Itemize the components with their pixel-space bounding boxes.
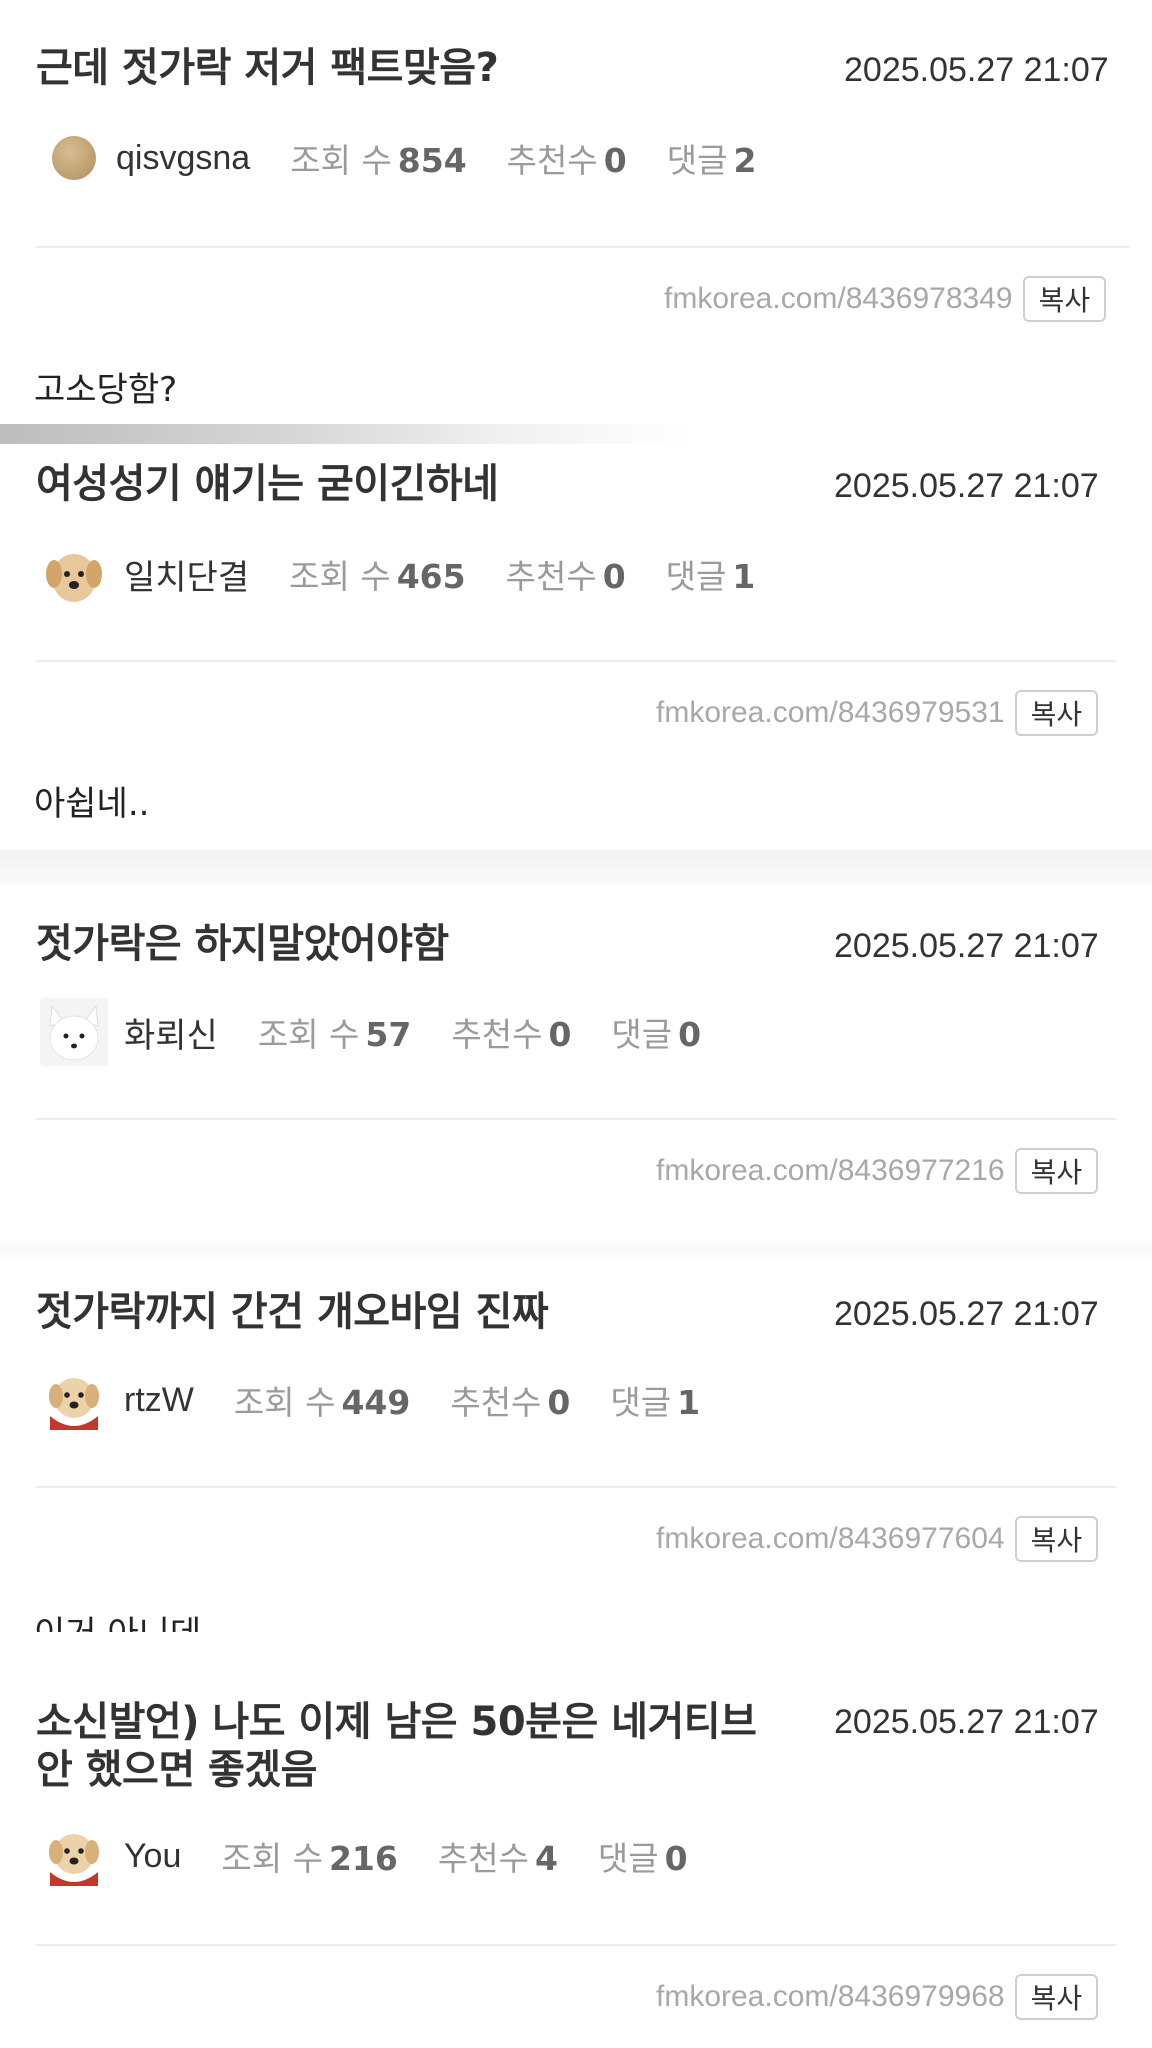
post-title[interactable]: 여성성기 얘기는 굳이긴하네 [36, 460, 499, 508]
comment-count: 댓글 1 [665, 557, 756, 596]
post-title[interactable]: 젓가락은 하지말았어야함 [36, 920, 449, 968]
post-meta: 일치단결 조회 수 465 추천수 0 댓글 1 [40, 542, 755, 606]
post-title-line: 소신발언) 나도 이제 남은 50분은 네거티브 [36, 1699, 757, 1745]
post-body: 아쉽네.. [34, 784, 150, 824]
divider [36, 246, 1130, 248]
puppy-red-cape-icon[interactable] [40, 1822, 108, 1890]
permalink-row: fmkorea.com/8436978349 복사 [664, 276, 1107, 322]
permalink-row: fmkorea.com/8436977604 복사 [656, 1516, 1099, 1562]
divider [36, 1944, 1116, 1946]
post-meta: You 조회 수 216 추천수 4 댓글 0 [40, 1824, 688, 1888]
author-name[interactable]: rtzW [124, 1381, 194, 1420]
copy-button[interactable]: 복사 [1014, 1516, 1099, 1562]
post-date: 2025.05.27 21:07 [834, 1295, 1099, 1333]
post-date: 2025.05.27 21:07 [834, 467, 1099, 505]
recommend-count: 추천수 0 [506, 141, 627, 180]
post-url[interactable]: fmkorea.com/8436977216 [656, 1154, 1005, 1188]
divider [36, 1486, 1116, 1488]
post-card: 젓가락까지 간건 개오바임 진짜 2025.05.27 21:07 rtzW 조… [0, 1260, 1152, 1640]
comment-count: 댓글 0 [597, 1839, 688, 1878]
post-meta: 화뢰신 조회 수 57 추천수 0 댓글 0 [40, 998, 702, 1066]
view-count: 조회 수 465 [289, 557, 466, 596]
author-name[interactable]: qisvgsna [116, 139, 250, 178]
author-name[interactable]: 화뢰신 [124, 1008, 218, 1057]
comment-count: 댓글 0 [611, 1015, 702, 1054]
view-count: 조회 수 216 [221, 1839, 398, 1878]
post-url[interactable]: fmkorea.com/8436978349 [664, 282, 1013, 316]
permalink-row: fmkorea.com/8436979968 복사 [656, 1974, 1099, 2020]
post-url[interactable]: fmkorea.com/8436977604 [656, 1522, 1005, 1556]
post-card: 근데 젓가락 저거 팩트맞음? 2025.05.27 21:07 qisvgsn… [0, 0, 1152, 430]
copy-button[interactable]: 복사 [1022, 276, 1107, 322]
post-body: 이거 아니데 [34, 1606, 201, 1632]
post-date: 2025.05.27 21:07 [834, 1703, 1099, 1741]
author-name[interactable]: You [124, 1837, 181, 1876]
post-meta: qisvgsna 조회 수 854 추천수 0 댓글 2 [40, 126, 756, 190]
post-url[interactable]: fmkorea.com/8436979531 [656, 696, 1005, 730]
permalink-row: fmkorea.com/8436979531 복사 [656, 690, 1099, 736]
divider [36, 1118, 1116, 1120]
post-meta: rtzW 조회 수 449 추천수 0 댓글 1 [40, 1368, 700, 1432]
screenshot-seam [0, 424, 1152, 444]
recommend-count: 추천수 4 [437, 1839, 558, 1878]
copy-button[interactable]: 복사 [1014, 1148, 1099, 1194]
white-fox-icon[interactable] [40, 998, 108, 1066]
author-name[interactable]: 일치단결 [124, 550, 249, 599]
divider [36, 660, 1116, 662]
screenshot-seam [0, 1240, 1152, 1260]
puppy-red-cape-icon[interactable] [40, 1366, 108, 1434]
post-date: 2025.05.27 21:07 [844, 51, 1109, 89]
view-count: 조회 수 854 [290, 141, 467, 180]
post-body: 고소당함? [34, 370, 178, 410]
post-title[interactable]: 젓가락까지 간건 개오바임 진짜 [36, 1288, 549, 1336]
copy-button[interactable]: 복사 [1014, 1974, 1099, 2020]
post-body-clip: 이거 아니데 [0, 1606, 1152, 1632]
post-card: 소신발언) 나도 이제 남은 50분은 네거티브 안 했으면 좋겠음 2025.… [0, 1640, 1152, 2048]
view-count: 조회 수 57 [257, 1015, 412, 1054]
view-count: 조회 수 449 [233, 1383, 411, 1422]
comment-count: 댓글 2 [666, 141, 757, 180]
comment-count: 댓글 1 [610, 1383, 701, 1422]
recommend-count: 추천수 0 [505, 557, 626, 596]
permalink-row: fmkorea.com/8436977216 복사 [656, 1148, 1099, 1194]
post-title[interactable]: 소신발언) 나도 이제 남은 50분은 네거티브 안 했으면 좋겠음 [36, 1698, 836, 1794]
post-card: 여성성기 얘기는 굳이긴하네 2025.05.27 21:07 일치단결 조회 … [0, 444, 1152, 850]
post-date: 2025.05.27 21:07 [834, 927, 1099, 965]
post-title[interactable]: 근데 젓가락 저거 팩트맞음? [36, 44, 499, 92]
post-card: 젓가락은 하지말았어야함 2025.05.27 21:07 화뢰신 조회 수 57… [0, 884, 1152, 1260]
recommend-count: 추천수 0 [450, 1383, 571, 1422]
screenshot-seam [0, 850, 1152, 884]
post-title-line: 안 했으면 좋겠음 [36, 1747, 317, 1793]
avatar[interactable] [52, 136, 96, 180]
post-url[interactable]: fmkorea.com/8436979968 [656, 1980, 1005, 2014]
puppy-icon[interactable] [40, 540, 108, 608]
recommend-count: 추천수 0 [451, 1015, 572, 1054]
copy-button[interactable]: 복사 [1014, 690, 1099, 736]
